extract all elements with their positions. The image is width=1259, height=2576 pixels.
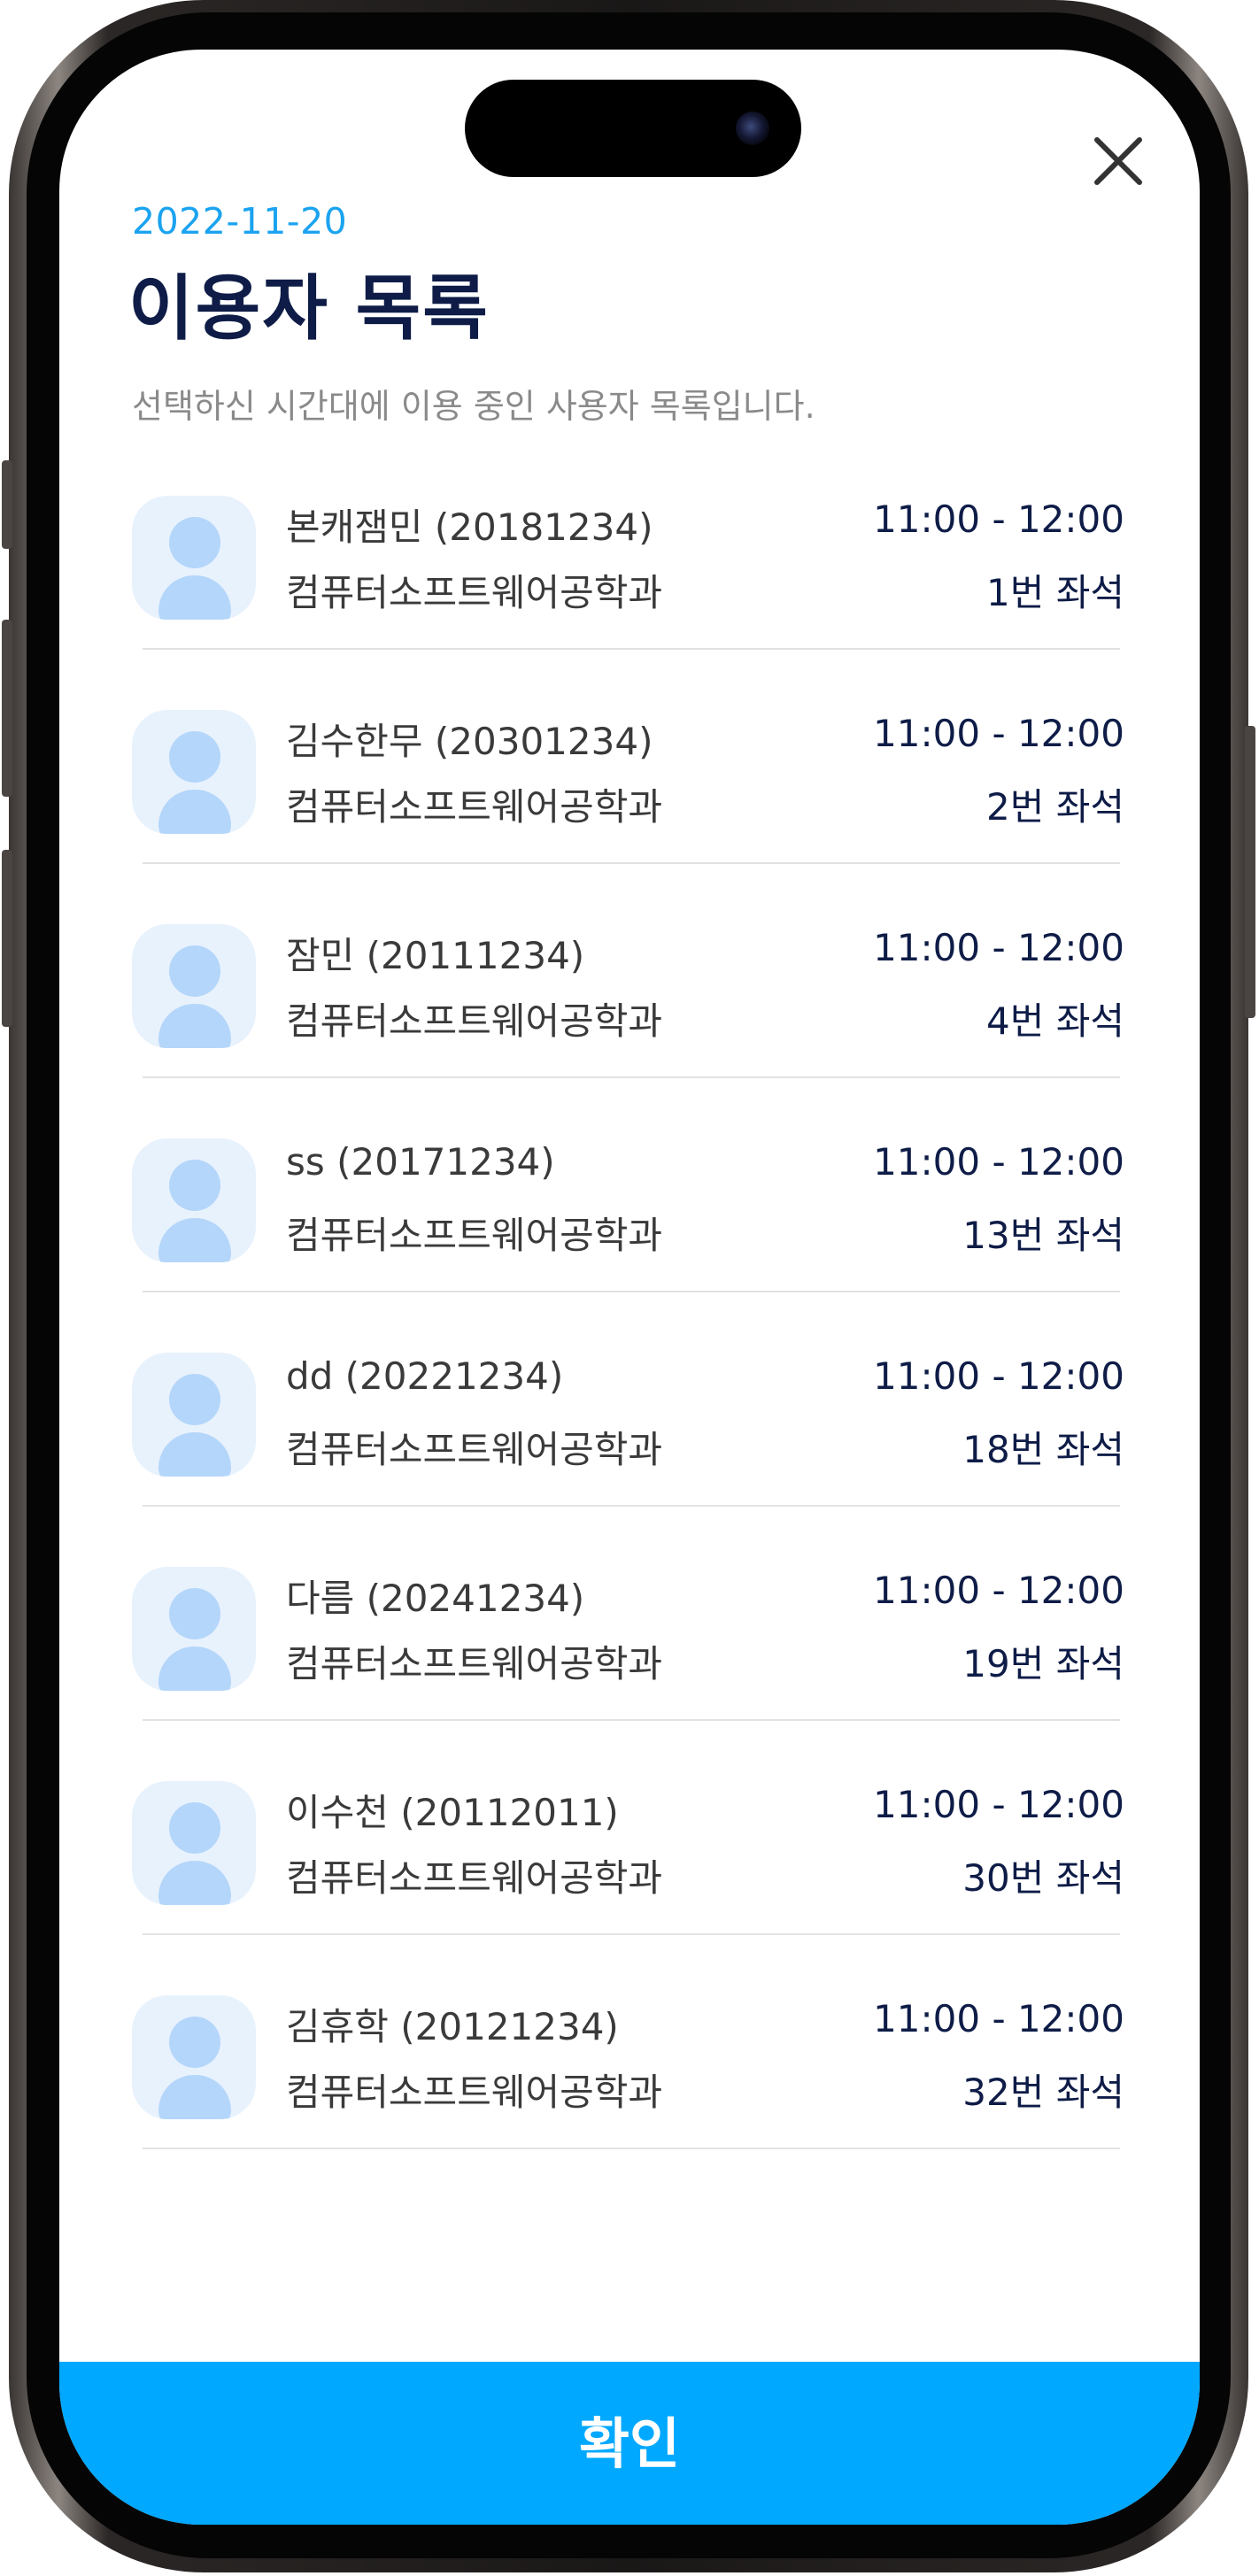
user-department: 컴퓨터소프트웨어공학과 [286, 2071, 663, 2114]
modal-screen: 2022-11-20 이용자 목록 선택하신 시간대에 이용 중인 사용자 목록… [59, 50, 1200, 2525]
user-department: 컴퓨터소프트웨어공학과 [286, 785, 663, 829]
user-list-item: 김수한무 (20301234) 컴퓨터소프트웨어공학과 11:00 - 12:00 2… [59, 710, 1200, 924]
avatar-head [169, 1588, 220, 1639]
avatar-body [158, 2075, 231, 2119]
user-list-item: 김휴학 (20121234) 컴퓨터소프트웨어공학과 11:00 - 12:00 32… [59, 1995, 1200, 2210]
silent-switch [2, 460, 12, 549]
user-list-item: 다름 (20241234) 컴퓨터소프트웨어공학과 11:00 - 12:00 19번… [59, 1567, 1200, 1781]
user-avatar-icon [132, 924, 256, 1048]
avatar-body [158, 1218, 231, 1262]
volume-down-button [2, 850, 12, 1027]
avatar-head [169, 1802, 220, 1854]
user-time-slot: 11:00 - 12:00 [873, 1354, 1124, 1398]
user-seat: 18번 좌석 [962, 1428, 1124, 1471]
user-seat: 2번 좌석 [986, 785, 1124, 829]
avatar-body [158, 1861, 231, 1905]
avatar-body [158, 1647, 231, 1691]
row-divider [143, 1291, 1120, 1292]
user-name: 본캐잼민 (20181234) [286, 505, 653, 549]
user-name: 김수한무 (20301234) [286, 720, 653, 763]
row-divider [143, 1505, 1120, 1507]
selected-date: 2022-11-20 [132, 200, 348, 243]
user-list-item: 본캐잼민 (20181234) 컴퓨터소프트웨어공학과 11:00 - 12:00 1… [59, 496, 1200, 710]
user-seat: 4번 좌석 [986, 999, 1124, 1043]
row-divider [143, 862, 1120, 864]
row-divider [143, 2148, 1120, 2149]
row-divider [143, 1933, 1120, 1935]
row-divider [143, 648, 1120, 650]
user-department: 컴퓨터소프트웨어공학과 [286, 1214, 663, 1257]
camera-icon [736, 112, 769, 145]
confirm-button[interactable]: 확인 [59, 2362, 1200, 2525]
page-title: 이용자 목록 [128, 267, 490, 350]
user-time-slot: 11:00 - 12:00 [873, 712, 1124, 755]
user-avatar-icon [132, 1138, 256, 1262]
user-time-slot: 11:00 - 12:00 [873, 926, 1124, 969]
avatar-head [169, 517, 220, 568]
row-divider [143, 1076, 1120, 1078]
user-seat: 32번 좌석 [962, 2071, 1124, 2114]
user-avatar-icon [132, 710, 256, 834]
user-time-slot: 11:00 - 12:00 [873, 1997, 1124, 2040]
user-time-slot: 11:00 - 12:00 [873, 1783, 1124, 1826]
user-department: 컴퓨터소프트웨어공학과 [286, 999, 663, 1043]
row-divider [143, 1719, 1120, 1721]
close-icon [1094, 137, 1142, 185]
user-department: 컴퓨터소프트웨어공학과 [286, 571, 663, 614]
user-department: 컴퓨터소프트웨어공학과 [286, 1428, 663, 1471]
user-list-item: 잠민 (20111234) 컴퓨터소프트웨어공학과 11:00 - 12:00 4번 … [59, 924, 1200, 1138]
user-name: 이수천 (20112011) [286, 1791, 619, 1834]
avatar-head [169, 2017, 220, 2068]
user-name: 잠민 (20111234) [286, 934, 585, 977]
avatar-head [169, 1160, 220, 1211]
avatar-body [158, 790, 231, 834]
user-seat: 1번 좌석 [986, 571, 1124, 614]
avatar-body [158, 1432, 231, 1477]
dynamic-island [465, 80, 801, 177]
user-time-slot: 11:00 - 12:00 [873, 497, 1124, 541]
avatar-head [169, 1374, 220, 1425]
avatar-body [158, 1004, 231, 1048]
avatar-body [158, 575, 231, 620]
user-avatar-icon [132, 1781, 256, 1905]
page-subtitle: 선택하신 시간대에 이용 중인 사용자 목록입니다. [132, 387, 815, 426]
user-seat: 30번 좌석 [962, 1856, 1124, 1900]
close-button[interactable] [1083, 126, 1154, 197]
power-button [1245, 726, 1255, 1018]
user-name: dd (20221234) [286, 1354, 564, 1398]
user-seat: 13번 좌석 [962, 1214, 1124, 1257]
user-seat: 19번 좌석 [962, 1642, 1124, 1685]
user-avatar-icon [132, 1995, 256, 2119]
user-name: 다름 (20241234) [286, 1577, 585, 1620]
user-time-slot: 11:00 - 12:00 [873, 1140, 1124, 1184]
user-department: 컴퓨터소프트웨어공학과 [286, 1856, 663, 1900]
user-list: 본캐잼민 (20181234) 컴퓨터소프트웨어공학과 11:00 - 12:00 1… [59, 496, 1200, 2210]
user-list-item: dd (20221234) 컴퓨터소프트웨어공학과 11:00 - 12:00 18번… [59, 1353, 1200, 1567]
volume-up-button [2, 620, 12, 797]
user-list-item: 이수천 (20112011) 컴퓨터소프트웨어공학과 11:00 - 12:00 30… [59, 1781, 1200, 1995]
user-avatar-icon [132, 1567, 256, 1691]
user-department: 컴퓨터소프트웨어공학과 [286, 1642, 663, 1685]
avatar-head [169, 945, 220, 997]
user-avatar-icon [132, 1353, 256, 1477]
user-time-slot: 11:00 - 12:00 [873, 1569, 1124, 1612]
user-name: 김휴학 (20121234) [286, 2005, 619, 2048]
user-name: ss (20171234) [286, 1140, 555, 1184]
user-avatar-icon [132, 496, 256, 620]
user-list-item: ss (20171234) 컴퓨터소프트웨어공학과 11:00 - 12:00 13번… [59, 1138, 1200, 1353]
avatar-head [169, 731, 220, 783]
